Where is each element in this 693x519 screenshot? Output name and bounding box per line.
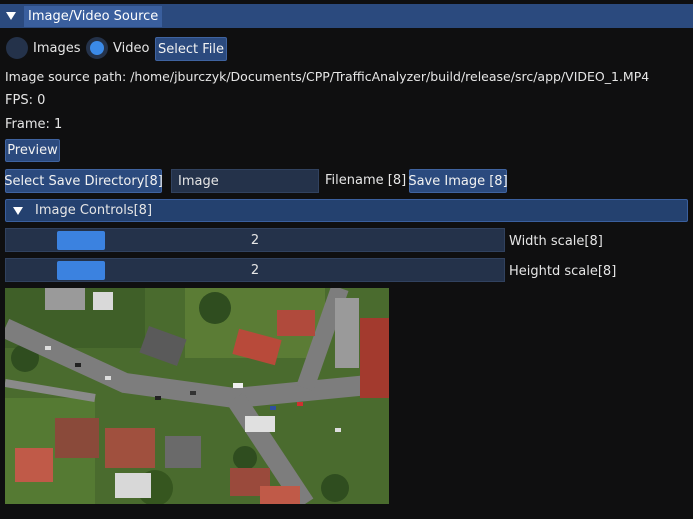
images-radio-label: Images [33,41,81,56]
radio-selected-dot-icon [90,41,104,55]
filename-input[interactable]: Image [171,169,319,193]
image-controls-title: Image Controls[8] [35,203,153,218]
video-radio-label: Video [113,41,150,56]
height-scale-slider[interactable]: 2 [5,258,505,282]
select-save-directory-button[interactable]: Select Save Directory[8] [4,169,163,193]
image-source-path: Image source path: /home/jburczyk/Docume… [5,69,650,84]
fps-readout: FPS: 0 [5,93,46,108]
video-radio[interactable] [86,37,108,59]
section-title: Image/Video Source [24,5,163,27]
video-frame-preview [5,288,389,504]
select-file-button[interactable]: Select File [155,37,227,61]
filename-label: Filename [8] [325,173,407,188]
slider-grab-handle[interactable] [57,261,105,280]
preview-button[interactable]: Preview [5,139,60,162]
images-radio[interactable] [6,37,28,59]
height-scale-value: 2 [250,262,260,278]
width-scale-label: Width scale[8] [509,234,603,249]
collapse-arrow-icon [13,206,23,215]
image-controls-header[interactable]: Image Controls[8] [5,199,688,222]
collapse-arrow-icon[interactable] [6,12,16,20]
slider-grab-handle[interactable] [57,231,105,250]
frame-readout: Frame: 1 [5,117,63,132]
width-scale-slider[interactable]: 2 [5,228,505,252]
width-scale-value: 2 [250,232,260,248]
section-header[interactable]: Image/Video Source [0,4,693,28]
save-image-button[interactable]: Save Image [8] [408,169,508,193]
height-scale-label: Heightd scale[8] [509,264,617,279]
